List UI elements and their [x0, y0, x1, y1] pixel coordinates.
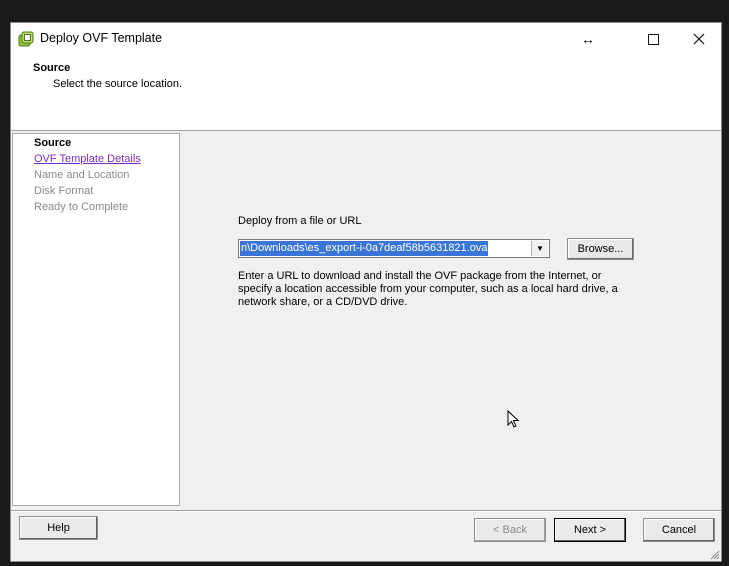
step-name-and-location: Name and Location	[34, 169, 130, 181]
chevron-down-icon: ▼	[536, 244, 544, 253]
title-bar[interactable]: Deploy OVF Template ↔	[11, 23, 721, 55]
resize-arrows-icon[interactable]: ↔	[566, 23, 610, 55]
dropdown-button[interactable]: ▼	[531, 241, 548, 256]
next-button[interactable]: Next >	[554, 518, 626, 542]
maximize-icon	[647, 33, 659, 45]
page-subtitle: Select the source location.	[53, 78, 183, 90]
window-title: Deploy OVF Template	[40, 31, 163, 45]
main-content: Deploy from a file or URL n\Downloads\es…	[183, 131, 721, 509]
mouse-cursor-icon	[507, 410, 520, 428]
maximize-button[interactable]	[631, 23, 675, 55]
step-ovf-template-details[interactable]: OVF Template Details	[34, 153, 141, 165]
step-disk-format: Disk Format	[34, 185, 94, 197]
source-path-value[interactable]: n\Downloads\es_export-i-0a7deaf58b563182…	[240, 241, 489, 256]
step-source: Source	[34, 137, 72, 149]
deploy-ovf-dialog: Deploy OVF Template ↔ Source Select the …	[10, 22, 722, 562]
resize-grip-icon[interactable]	[708, 548, 720, 560]
cancel-button[interactable]: Cancel	[643, 518, 715, 542]
close-icon	[693, 33, 705, 45]
wizard-header: Source Select the source location.	[11, 55, 721, 131]
browse-button[interactable]: Browse...	[567, 238, 634, 260]
deploy-from-label: Deploy from a file or URL	[238, 215, 362, 227]
page-title: Source	[33, 62, 71, 74]
footer-divider	[11, 510, 721, 512]
source-path-combobox[interactable]: n\Downloads\es_export-i-0a7deaf58b563182…	[238, 239, 550, 258]
vsphere-app-icon	[18, 31, 34, 47]
help-button[interactable]: Help	[19, 516, 98, 540]
close-button[interactable]	[677, 23, 721, 55]
step-ready-to-complete: Ready to Complete	[34, 201, 129, 213]
source-help-text: Enter a URL to download and install the …	[238, 270, 618, 308]
back-button[interactable]: < Back	[474, 518, 546, 542]
wizard-steps-list: Source OVF Template Details Name and Loc…	[12, 133, 180, 506]
